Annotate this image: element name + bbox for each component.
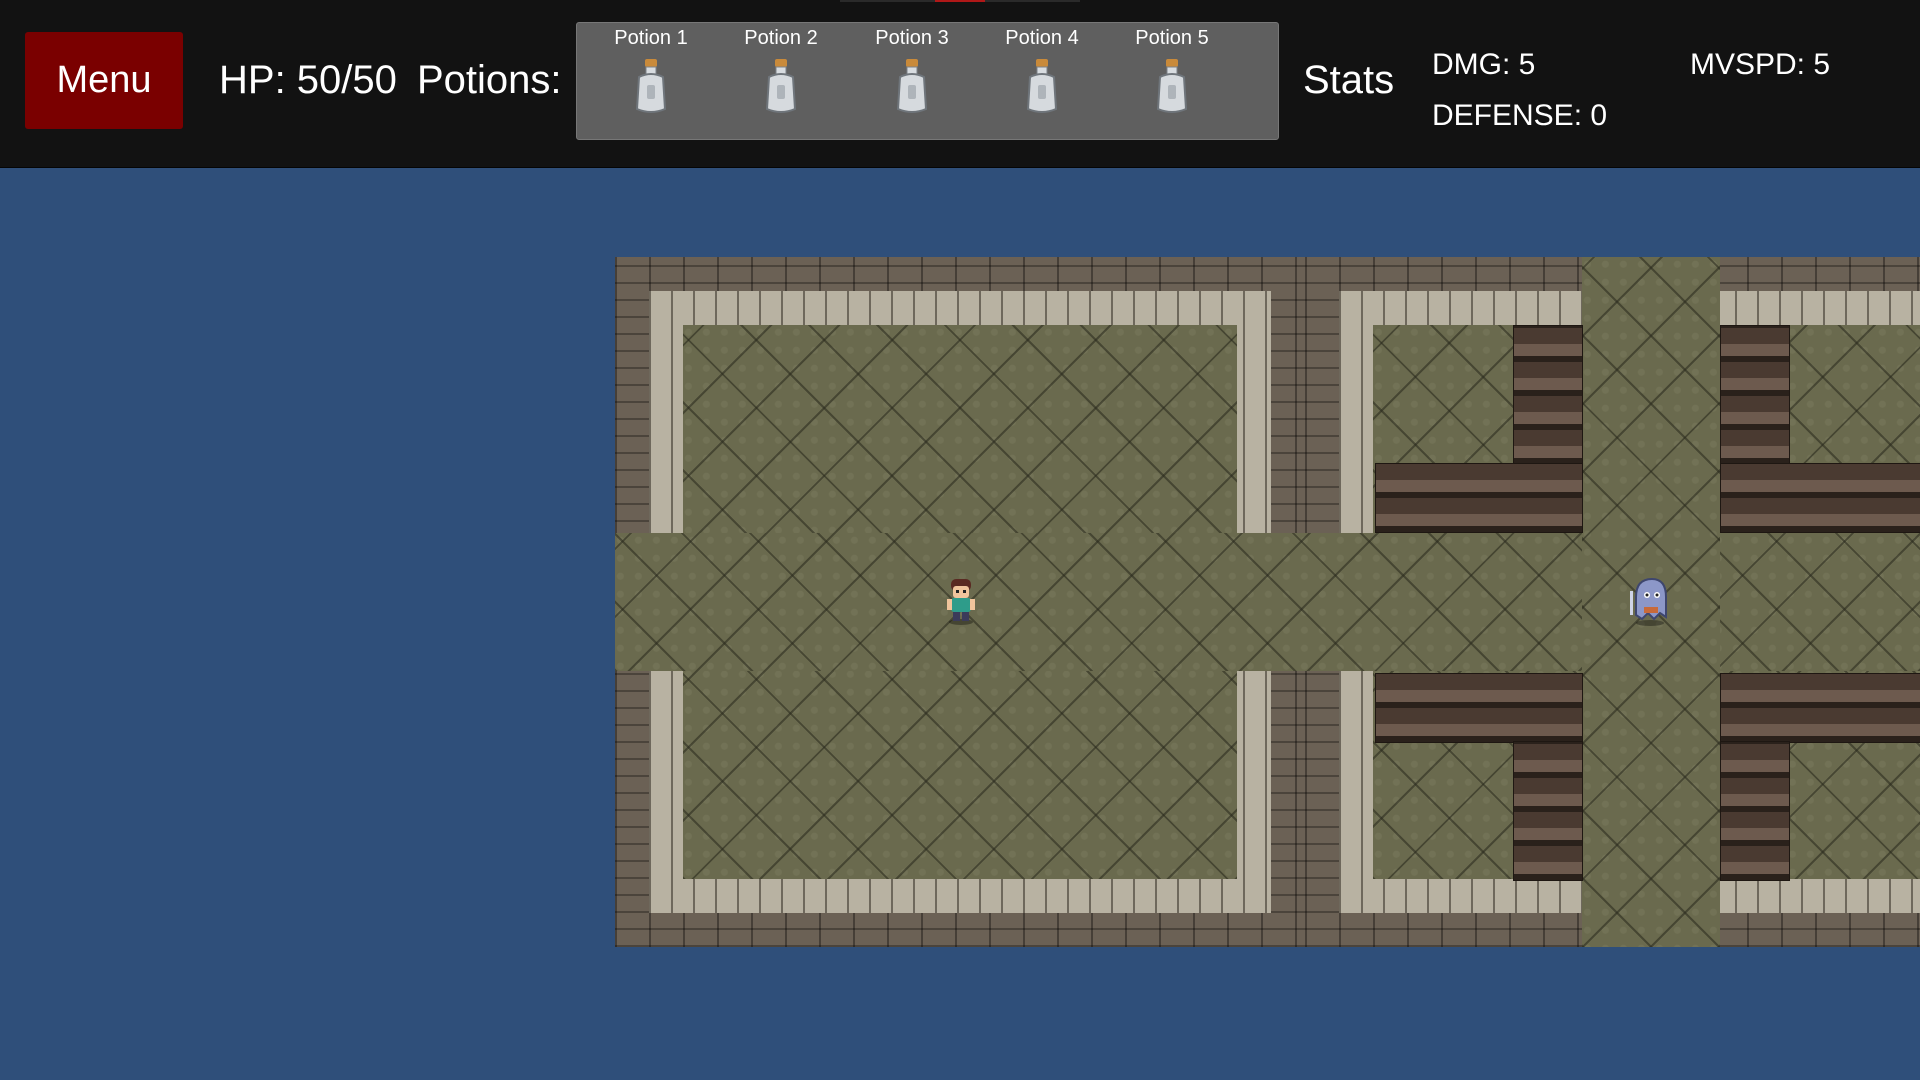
player-sprite[interactable] — [942, 576, 980, 626]
potion-bottle-icon — [1026, 59, 1058, 113]
stat-mvspd: MVSPD: 5 — [1690, 48, 1831, 81]
potion-bottle-icon — [635, 59, 667, 113]
menu-button[interactable]: Menu — [25, 32, 183, 129]
potion-slot-3[interactable]: Potion 3 — [852, 23, 972, 139]
bookshelf — [1375, 673, 1583, 743]
top-indicator — [840, 0, 1080, 2]
potion-slot-2[interactable]: Potion 2 — [721, 23, 841, 139]
potion-bar: Potion 1 Potion 2 Potion 3 Potion 4 Poti… — [576, 22, 1279, 140]
potion-slot-5[interactable]: Potion 5 — [1112, 23, 1232, 139]
bookshelf — [1513, 741, 1583, 881]
potion-label: Potion 1 — [614, 27, 688, 49]
ghost-enemy-sprite[interactable] — [1626, 573, 1674, 627]
stat-dmg: DMG: 5 — [1432, 48, 1536, 81]
bookshelf — [1720, 325, 1790, 465]
horizontal-corridor — [615, 533, 1920, 671]
potion-bottle-icon — [896, 59, 928, 113]
potion-label: Potion 3 — [875, 27, 949, 49]
potion-slot-4[interactable]: Potion 4 — [982, 23, 1102, 139]
bookshelf — [1720, 673, 1920, 743]
potion-label: Potion 5 — [1135, 27, 1209, 49]
bookshelf — [1720, 463, 1920, 533]
potion-slot-1[interactable]: Potion 1 — [591, 23, 711, 139]
bookshelf — [1513, 325, 1583, 465]
dungeon-map[interactable] — [615, 257, 1920, 947]
stats-label: Stats — [1303, 58, 1395, 102]
bookshelf — [1375, 463, 1583, 533]
top-hud: Menu HP: 50/50 Potions: Potion 1 Potion … — [0, 0, 1920, 168]
potion-label: Potion 4 — [1005, 27, 1079, 49]
hp-display: HP: 50/50 — [219, 58, 397, 102]
potions-label: Potions: — [417, 58, 562, 102]
potion-bottle-icon — [1156, 59, 1188, 113]
potion-label: Potion 2 — [744, 27, 818, 49]
bookshelf — [1720, 741, 1790, 881]
potion-bottle-icon — [765, 59, 797, 113]
stat-defense: DEFENSE: 0 — [1432, 99, 1608, 132]
